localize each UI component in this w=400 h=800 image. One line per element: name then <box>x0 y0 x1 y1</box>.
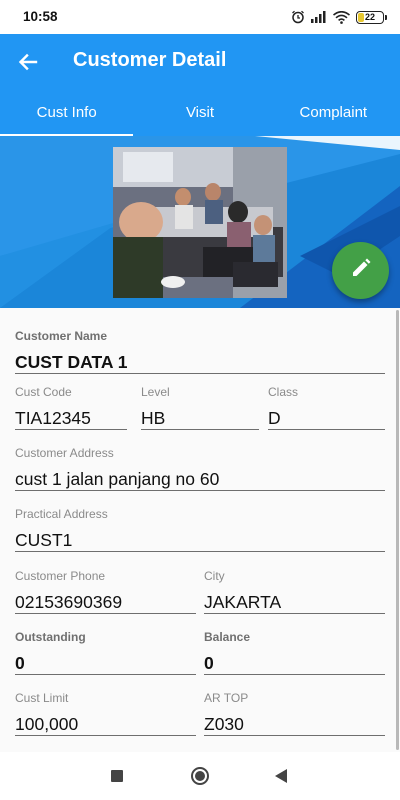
class-label: Class <box>268 385 299 399</box>
recent-apps-icon[interactable] <box>111 770 123 782</box>
customer-phone-field: Customer Phone 02153690369 <box>15 568 196 614</box>
customer-phone-value: 02153690369 <box>15 590 196 614</box>
app-bar: Customer Detail <box>0 34 400 90</box>
battery-fill <box>358 12 364 22</box>
class-field: Class D <box>268 384 385 430</box>
tab-complaint[interactable]: Complaint <box>267 90 400 136</box>
customer-address-value: cust 1 jalan panjang no 60 <box>15 467 385 491</box>
status-bar: 10:58 22 <box>0 0 400 34</box>
arrow-back-icon[interactable] <box>14 48 42 76</box>
pencil-edit-icon <box>350 257 372 284</box>
cust-code-label: Cust Code <box>15 385 72 399</box>
level-label: Level <box>141 385 170 399</box>
cust-code-field: Cust Code TIA12345 <box>15 384 127 430</box>
outstanding-field: Outstanding 0 <box>15 629 196 675</box>
tab-cust-info[interactable]: Cust Info <box>0 90 134 136</box>
battery-icon: 22 <box>356 10 387 24</box>
scrollbar[interactable] <box>396 310 399 750</box>
system-nav-bar <box>0 752 400 800</box>
balance-field: Balance 0 <box>204 629 385 675</box>
practical-address-field: Practical Address CUST1 <box>15 506 385 552</box>
customer-name-label: Customer Name <box>15 329 108 343</box>
practical-address-value: CUST1 <box>15 528 385 552</box>
city-value: JAKARTA <box>204 590 385 614</box>
status-icons: 22 <box>291 8 387 26</box>
status-time: 10:58 <box>23 9 58 24</box>
cust-limit-value: 100,000 <box>15 712 196 736</box>
outstanding-label: Outstanding <box>15 630 86 644</box>
cust-code-value: TIA12345 <box>15 406 127 430</box>
practical-address-label: Practical Address <box>15 507 108 521</box>
customer-phone-label: Customer Phone <box>15 569 106 583</box>
cust-limit-label: Cust Limit <box>15 691 69 705</box>
customer-name-value: CUST DATA 1 <box>15 350 385 374</box>
balance-label: Balance <box>204 630 251 644</box>
customer-address-label: Customer Address <box>15 446 114 460</box>
cust-limit-field: Cust Limit 100,000 <box>15 690 196 736</box>
balance-value: 0 <box>204 651 385 675</box>
city-field: City JAKARTA <box>204 568 385 614</box>
outstanding-value: 0 <box>15 651 196 675</box>
page-title: Customer Detail <box>73 49 227 71</box>
tab-visit[interactable]: Visit <box>133 90 266 136</box>
alarm-icon <box>291 10 305 24</box>
ar-top-label: AR TOP <box>204 691 249 705</box>
class-value: D <box>268 406 385 430</box>
edit-fab-button[interactable] <box>332 242 389 299</box>
level-value: HB <box>141 406 259 430</box>
home-icon[interactable] <box>191 767 209 785</box>
battery-level-text: 22 <box>364 11 375 22</box>
customer-name-field: Customer Name CUST DATA 1 <box>15 328 385 374</box>
wifi-icon <box>333 10 350 24</box>
city-label: City <box>204 569 225 583</box>
level-field: Level HB <box>141 384 259 430</box>
ar-top-value: Z030 <box>204 712 385 736</box>
signal-icon <box>311 11 327 23</box>
tab-bar: Cust Info Visit Complaint <box>0 90 400 136</box>
ar-top-field: AR TOP Z030 <box>204 690 385 736</box>
customer-photo <box>113 147 287 298</box>
back-icon[interactable] <box>275 769 287 783</box>
customer-address-field: Customer Address cust 1 jalan panjang no… <box>15 445 385 491</box>
